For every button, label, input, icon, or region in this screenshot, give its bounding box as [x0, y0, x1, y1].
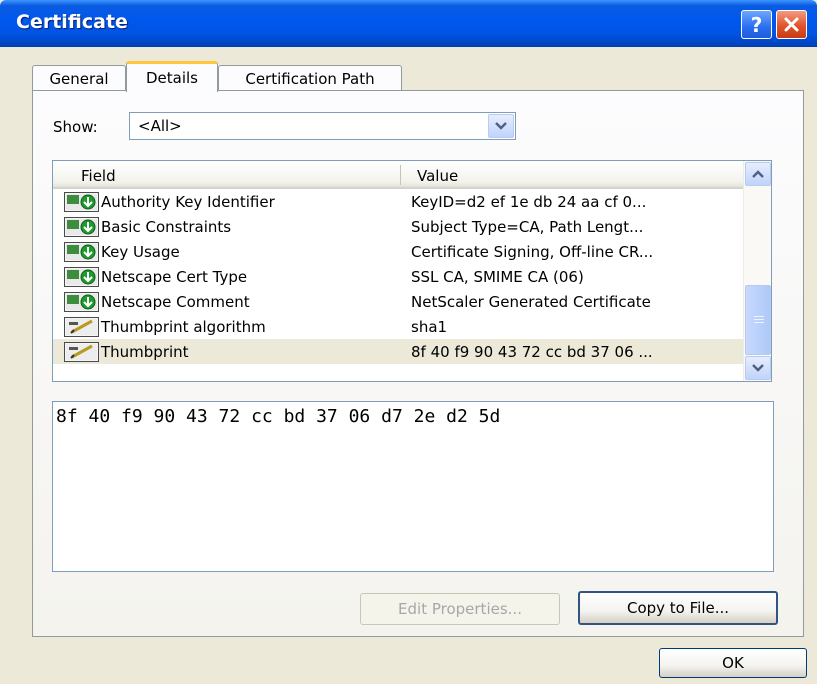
close-icon: [784, 17, 799, 32]
row-value: Certificate Signing, Off-line CR...: [411, 243, 654, 261]
value-textbox[interactable]: 8f 40 f9 90 43 72 cc bd 37 06 d7 2e d2 5…: [52, 401, 774, 572]
list-item[interactable]: Authority Key Identifier KeyID=d2 ef 1e …: [53, 189, 743, 214]
row-field: Key Usage: [101, 243, 180, 261]
edit-properties-label: Edit Properties...: [398, 600, 522, 618]
help-button[interactable]: ?: [741, 10, 772, 39]
tab-certification-path[interactable]: Certification Path: [218, 65, 402, 91]
row-value: KeyID=d2 ef 1e db 24 aa cf 0...: [411, 193, 647, 211]
row-value: NetScaler Generated Certificate: [411, 293, 651, 311]
row-field: Thumbprint: [101, 343, 189, 361]
column-header-field[interactable]: Field: [81, 167, 116, 185]
tab-certification-path-label: Certification Path: [245, 69, 375, 88]
row-value: Subject Type=CA, Path Lengt...: [411, 218, 644, 236]
ok-button[interactable]: OK: [659, 648, 807, 678]
tab-general[interactable]: General: [32, 65, 126, 91]
row-field: Thumbprint algorithm: [101, 318, 266, 336]
grip-line: [754, 316, 764, 317]
certificate-extension-icon: [64, 242, 99, 262]
row-field: Netscape Cert Type: [101, 268, 248, 286]
grip-line: [754, 319, 764, 320]
certificate-extension-icon: [64, 292, 99, 312]
list-scrollbar[interactable]: [743, 161, 771, 381]
scroll-thumb[interactable]: [745, 285, 771, 355]
list-header: Field Value: [53, 161, 743, 189]
chevron-down-icon: [752, 364, 764, 372]
tab-details-label: Details: [145, 69, 198, 87]
chevron-up-icon: [752, 170, 764, 178]
title-bar[interactable]: Certificate ?: [0, 0, 817, 47]
row-value: sha1: [411, 318, 448, 336]
copy-to-file-button[interactable]: Copy to File...: [578, 591, 778, 625]
ok-label: OK: [722, 654, 744, 672]
list-rows: Authority Key Identifier KeyID=d2 ef 1e …: [53, 189, 743, 364]
column-divider[interactable]: [400, 165, 401, 185]
certificate-property-icon: [64, 342, 99, 362]
copy-to-file-label: Copy to File...: [626, 599, 730, 617]
certificate-extension-icon: [64, 192, 99, 212]
show-dropdown-value: <All>: [138, 117, 182, 135]
column-header-value[interactable]: Value: [417, 167, 458, 185]
chevron-down-icon: [495, 122, 507, 130]
tab-details[interactable]: Details: [126, 61, 218, 92]
tab-general-label: General: [49, 69, 109, 88]
certificate-property-icon: [64, 317, 99, 337]
list-item[interactable]: Netscape Cert Type SSL CA, SMIME CA (06): [53, 264, 743, 289]
field-list[interactable]: Field Value Authority Key Identifier Key…: [52, 160, 772, 382]
close-button[interactable]: [776, 10, 807, 39]
scroll-up-button[interactable]: [745, 162, 771, 186]
row-value: 8f 40 f9 90 43 72 cc bd 37 06 ...: [411, 343, 653, 361]
show-label: Show:: [53, 118, 98, 136]
show-dropdown[interactable]: <All>: [129, 112, 516, 140]
list-item[interactable]: Key Usage Certificate Signing, Off-line …: [53, 239, 743, 264]
row-value: SSL CA, SMIME CA (06): [411, 268, 584, 286]
window-title: Certificate: [16, 11, 128, 33]
list-item[interactable]: Basic Constraints Subject Type=CA, Path …: [53, 214, 743, 239]
row-field: Basic Constraints: [101, 218, 232, 236]
question-mark-icon: ?: [750, 12, 763, 37]
scroll-down-button[interactable]: [745, 356, 771, 380]
row-field: Authority Key Identifier: [101, 193, 275, 211]
dropdown-arrow-button[interactable]: [488, 114, 514, 138]
edit-properties-button[interactable]: Edit Properties...: [360, 593, 560, 625]
row-field: Netscape Comment: [101, 293, 250, 311]
certificate-extension-icon: [64, 267, 99, 287]
list-item[interactable]: Netscape Comment NetScaler Generated Cer…: [53, 289, 743, 314]
grip-line: [754, 322, 764, 323]
certificate-extension-icon: [64, 217, 99, 237]
list-item-selected[interactable]: Thumbprint 8f 40 f9 90 43 72 cc bd 37 06…: [53, 339, 743, 364]
list-item[interactable]: Thumbprint algorithm sha1: [53, 314, 743, 339]
